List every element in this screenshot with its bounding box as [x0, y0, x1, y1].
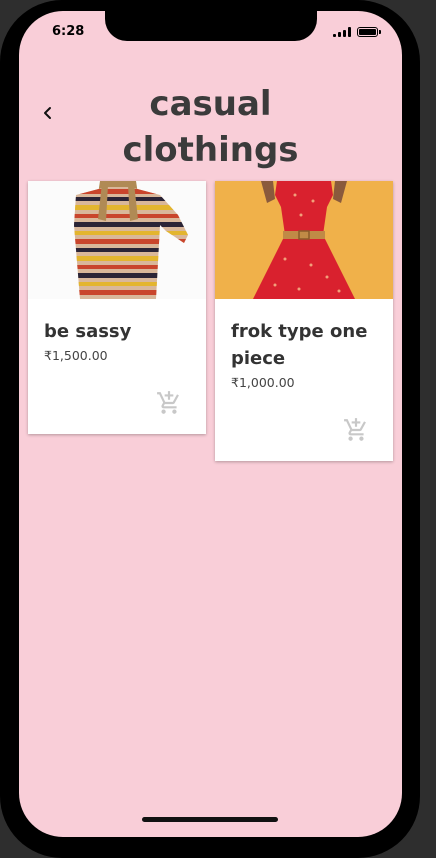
add-shopping-cart-icon	[344, 418, 366, 441]
product-image-striped-sweater	[28, 181, 206, 299]
chevron-left-icon	[44, 107, 51, 119]
signal-icon	[333, 27, 351, 37]
product-image-red-dress	[215, 181, 393, 299]
product-card-frok-type-one-piece[interactable]: frok type one piece ₹1,000.00	[215, 181, 393, 461]
phone-notch	[105, 11, 317, 41]
product-name: be sassy	[44, 321, 132, 342]
add-to-cart-button[interactable]	[343, 417, 369, 443]
phone-frame: 6:28 casual clothings be sassy ₹1,500.00…	[0, 0, 420, 858]
add-to-cart-button[interactable]	[156, 390, 182, 416]
back-button[interactable]	[34, 99, 62, 127]
add-shopping-cart-icon	[157, 391, 179, 414]
page-title-line1: casual	[149, 84, 272, 124]
product-name: frok type one piece	[231, 321, 368, 369]
app-screen: 6:28 casual clothings be sassy ₹1,500.00…	[19, 11, 402, 837]
page-title-line2: clothings	[122, 130, 299, 170]
battery-icon	[357, 27, 381, 37]
product-price: ₹1,500.00	[44, 348, 108, 363]
status-time: 6:28	[52, 24, 85, 39]
page-title: casual clothings	[79, 81, 342, 173]
product-card-be-sassy[interactable]: be sassy ₹1,500.00	[28, 181, 206, 434]
home-indicator[interactable]	[142, 817, 278, 822]
product-price: ₹1,000.00	[231, 375, 295, 390]
status-icons	[333, 27, 381, 37]
